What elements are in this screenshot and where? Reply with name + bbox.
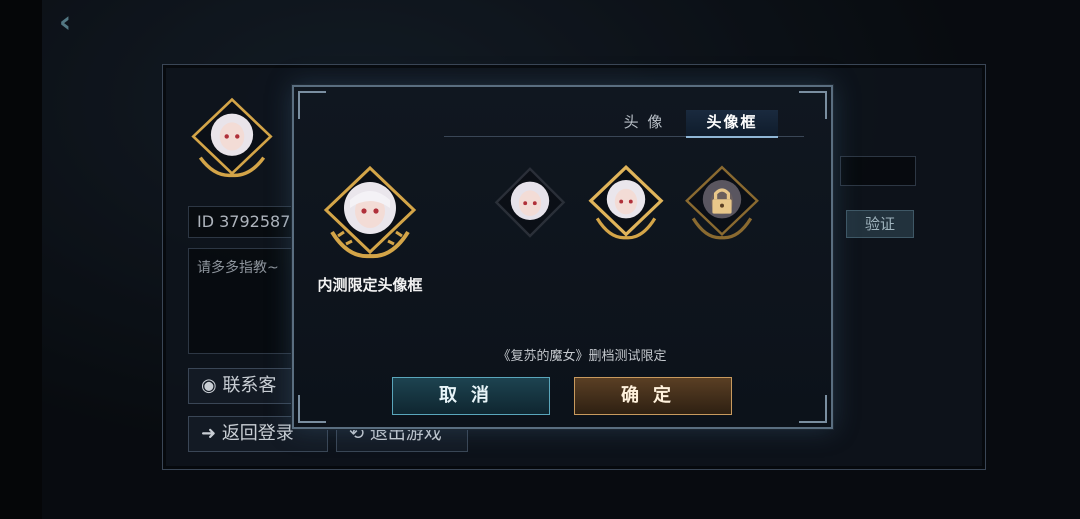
frame-option-locked[interactable] [682,164,762,244]
corner-ornament [799,395,827,423]
signature-box[interactable]: 请多多指教~ [188,248,308,354]
name-field[interactable] [840,156,916,186]
frame-preview [323,165,417,259]
contact-support-button[interactable]: ◉ 联系客 [188,368,308,404]
player-id: ID 3792587 [188,206,308,238]
frame-option-gold-laurel[interactable] [586,164,666,244]
tab-avatar-frame[interactable]: 头像框 [686,110,778,138]
corner-ornament [298,395,326,423]
tab-avatar[interactable]: 头 像 [604,110,684,136]
arrow-right-icon: ➜ [201,423,222,444]
left-bar [0,0,42,519]
limited-edition-note: 《复苏的魔女》删档测试限定 [497,349,667,364]
headset-icon: ◉ [201,375,223,396]
return-login-label: 返回登录 [221,423,294,444]
preview-label: 内测限定头像框 [317,276,423,294]
confirm-button[interactable]: 确定 [574,377,732,415]
dialog-tabs: 头 像 头像框 [444,110,804,138]
frame-option-none[interactable] [490,164,570,244]
corner-ornament [298,91,326,119]
verify-button[interactable]: 验证 [846,210,914,238]
cancel-button[interactable]: 取消 [392,377,550,415]
profile-avatar[interactable] [188,96,276,184]
contact-label: 联系客 [222,375,277,396]
